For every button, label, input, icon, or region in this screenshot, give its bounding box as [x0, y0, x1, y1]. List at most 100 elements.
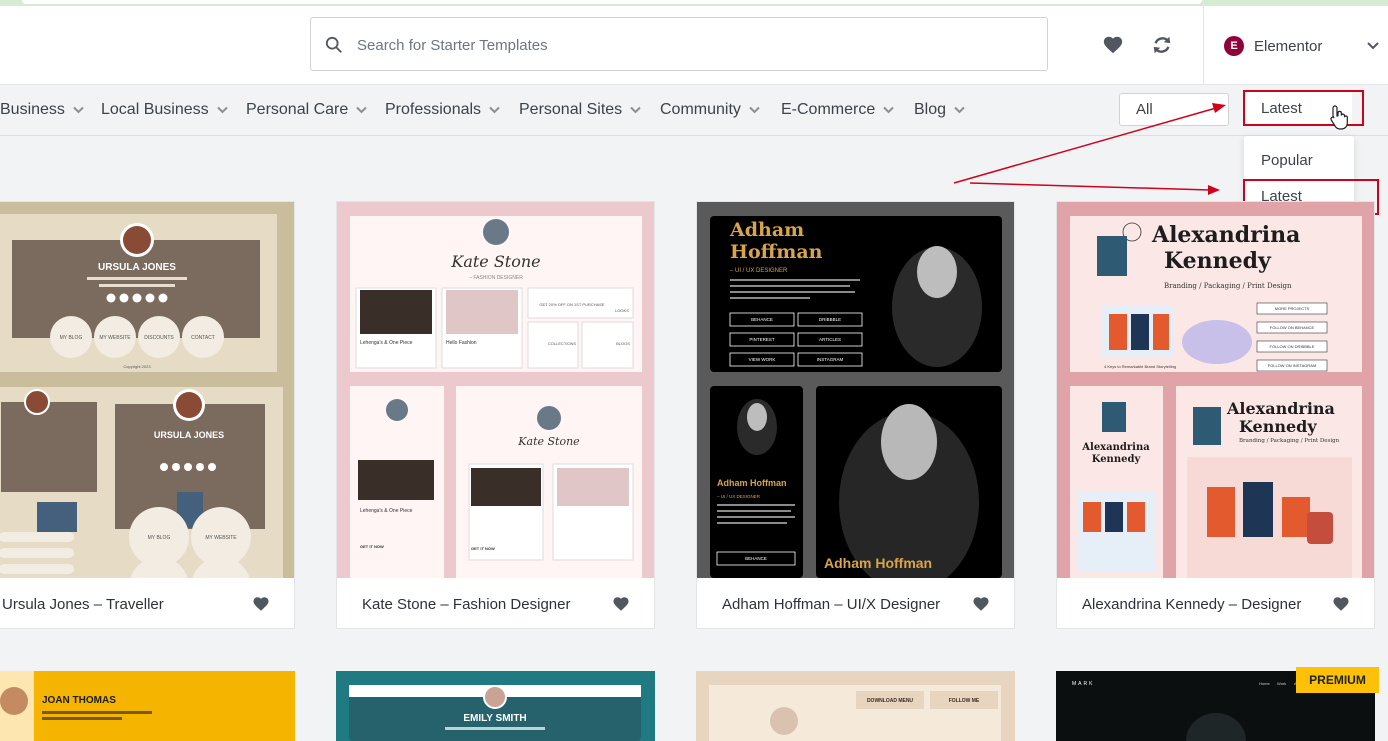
- template-thumbnail[interactable]: URSULA JONES MY BLOG MY WEBSITE DISCOUNT…: [0, 202, 294, 578]
- category-label: Business: [0, 101, 65, 118]
- template-button-text: MY WEBSITE: [205, 535, 237, 541]
- category-personal-care[interactable]: Personal Care: [246, 101, 367, 119]
- category-e-commerce[interactable]: E-Commerce: [781, 101, 894, 119]
- template-name-text: Kate Stone: [517, 435, 580, 448]
- annotation-arrow-right: [969, 182, 1220, 195]
- chevron-down-icon[interactable]: [1366, 39, 1380, 53]
- template-name-text: Adham Hoffman: [717, 478, 787, 488]
- category-blog[interactable]: Blog: [914, 101, 965, 119]
- template-cta-text: GET IT NOW: [471, 546, 495, 551]
- favorite-heart-icon[interactable]: [612, 595, 630, 613]
- template-name-text: Adham Hoffman: [824, 555, 932, 571]
- builder-label: Elementor: [1254, 37, 1323, 55]
- template-button-text: FOLLOW ON BEHANCE: [1270, 325, 1315, 330]
- template-name-text: Kate Stone: [450, 252, 540, 271]
- chevron-down-icon: [954, 106, 965, 114]
- type-filter-select[interactable]: All: [1119, 93, 1229, 126]
- category-business[interactable]: Business: [0, 101, 84, 119]
- template-card-ursula-jones[interactable]: URSULA JONES MY BLOG MY WEBSITE DISCOUNT…: [0, 201, 295, 629]
- template-promo-text: GET 20% OFF ON 1ST PURCHASE: [539, 302, 605, 307]
- template-name-text: JOAN THOMAS: [42, 695, 116, 706]
- template-link-text: DOWNLOAD MENU: [867, 698, 913, 704]
- template-title[interactable]: Alexandrina Kennedy – Designer: [1082, 596, 1301, 613]
- template-cta-text: GET IT NOW: [360, 544, 384, 549]
- category-label: Community: [660, 101, 741, 118]
- hand-cursor-icon: [1330, 105, 1348, 130]
- template-button-text: MY BLOG: [60, 335, 83, 341]
- category-personal-sites[interactable]: Personal Sites: [519, 101, 641, 119]
- template-name-text: Kennedy: [1092, 454, 1142, 465]
- favorite-heart-icon[interactable]: [972, 595, 990, 613]
- template-thumbnail[interactable]: Adham Hoffman – UI / UX DESIGNER BEHANCE…: [697, 202, 1014, 578]
- template-name-text: Alexandrina: [1081, 442, 1150, 453]
- template-link-text: FOLLOW ME: [949, 698, 980, 704]
- template-name-text: EMILY SMITH: [463, 713, 526, 724]
- template-role-text: Branding / Packaging / Print Design: [1164, 282, 1292, 290]
- template-thumbnail[interactable]: Kate Stone – FASHION DESIGNER Lehenga's …: [337, 202, 654, 578]
- search-icon: [325, 36, 342, 53]
- category-label: Professionals: [385, 101, 482, 118]
- template-card-adham-hoffman[interactable]: Adham Hoffman – UI / UX DESIGNER BEHANCE…: [696, 201, 1015, 629]
- chevron-down-icon: [630, 106, 641, 114]
- template-title[interactable]: Adham Hoffman – UI/X Designer: [722, 596, 940, 613]
- template-link-text: BLOGS: [616, 341, 630, 346]
- template-link-text: LOOKS: [615, 308, 629, 313]
- template-card-emily-smith[interactable]: EMILY SMITH: [336, 671, 655, 741]
- template-name-text: Hoffman: [730, 241, 823, 263]
- template-role-text: – UI / UX DESIGNER: [717, 494, 761, 499]
- template-button-text: FOLLOW ON DRIBBBLE: [1270, 344, 1315, 349]
- category-professionals[interactable]: Professionals: [385, 101, 500, 119]
- template-card-alexandrina-kennedy[interactable]: Alexandrina Kennedy Branding / Packaging…: [1056, 201, 1375, 629]
- favorite-heart-icon[interactable]: [1332, 595, 1350, 613]
- template-title[interactable]: Kate Stone – Fashion Designer: [362, 596, 570, 613]
- search-box[interactable]: [310, 17, 1048, 72]
- sort-option-popular[interactable]: Popular: [1261, 152, 1313, 169]
- template-role-text: – FASHION DESIGNER: [469, 275, 523, 281]
- template-button-text: MY BLOG: [148, 535, 171, 541]
- template-product-text: Lehenga's & One Piece: [360, 508, 413, 514]
- template-link-text: COLLECTIONS: [548, 341, 577, 346]
- template-card-joan-thomas[interactable]: JOAN THOMAS: [0, 671, 295, 741]
- template-product-text: Hello Fashion: [446, 340, 477, 346]
- category-local-business[interactable]: Local Business: [101, 101, 228, 119]
- template-button-text: MY WEBSITE: [99, 335, 131, 341]
- favorites-heart-icon[interactable]: [1102, 34, 1124, 56]
- template-button-text: CONTACT: [191, 335, 215, 341]
- template-name-text: Kennedy: [1239, 417, 1317, 436]
- template-button-text: INSTAGRAM: [817, 357, 844, 362]
- chevron-down-icon: [749, 106, 760, 114]
- template-brand-text: MARK: [1072, 681, 1094, 687]
- chevron-down-icon: [489, 106, 500, 114]
- template-name-text: Alexandrina: [1151, 222, 1300, 248]
- header-bar: E Elementor: [0, 0, 1388, 85]
- category-label: E-Commerce: [781, 101, 876, 118]
- template-button-text: ARTICLES: [819, 337, 841, 342]
- template-caption-text: 4 Keys to Remarkable Brand Storytelling: [1104, 364, 1176, 369]
- template-button-text: BEHANCE: [751, 317, 773, 322]
- header-divider: [1203, 0, 1204, 84]
- chevron-down-icon: [883, 106, 894, 114]
- template-title[interactable]: Ursula Jones – Traveller: [2, 596, 164, 613]
- template-name-text: Alexandrina: [1226, 399, 1335, 418]
- category-community[interactable]: Community: [660, 101, 760, 119]
- template-nav-text: Home: [1259, 681, 1270, 686]
- template-footer-text: Copyright 2023: [123, 364, 151, 369]
- chevron-down-icon: [73, 106, 84, 114]
- category-label: Blog: [914, 101, 947, 118]
- template-role-text: – UI / UX DESIGNER: [730, 268, 788, 274]
- sync-icon[interactable]: [1151, 34, 1173, 56]
- template-card-menu-template[interactable]: DOWNLOAD MENU FOLLOW ME: [696, 671, 1015, 741]
- template-name-text: Kennedy: [1164, 248, 1272, 274]
- search-input[interactable]: [355, 18, 1039, 72]
- template-thumbnail[interactable]: Alexandrina Kennedy Branding / Packaging…: [1057, 202, 1374, 578]
- favorite-heart-icon[interactable]: [252, 595, 270, 613]
- template-name-text: URSULA JONES: [154, 430, 224, 440]
- template-button-text: FOLLOW ON INSTAGRAM: [1268, 363, 1317, 368]
- category-label: Local Business: [101, 101, 209, 118]
- template-card-kate-stone[interactable]: Kate Stone – FASHION DESIGNER Lehenga's …: [336, 201, 655, 629]
- template-name-text: URSULA JONES: [98, 262, 176, 273]
- template-button-text: DISCOUNTS: [144, 335, 174, 341]
- page-builder-selector[interactable]: E Elementor: [1224, 35, 1322, 57]
- template-button-text: MORE PROJECTS: [1275, 306, 1310, 311]
- template-nav-text: Work: [1277, 681, 1286, 686]
